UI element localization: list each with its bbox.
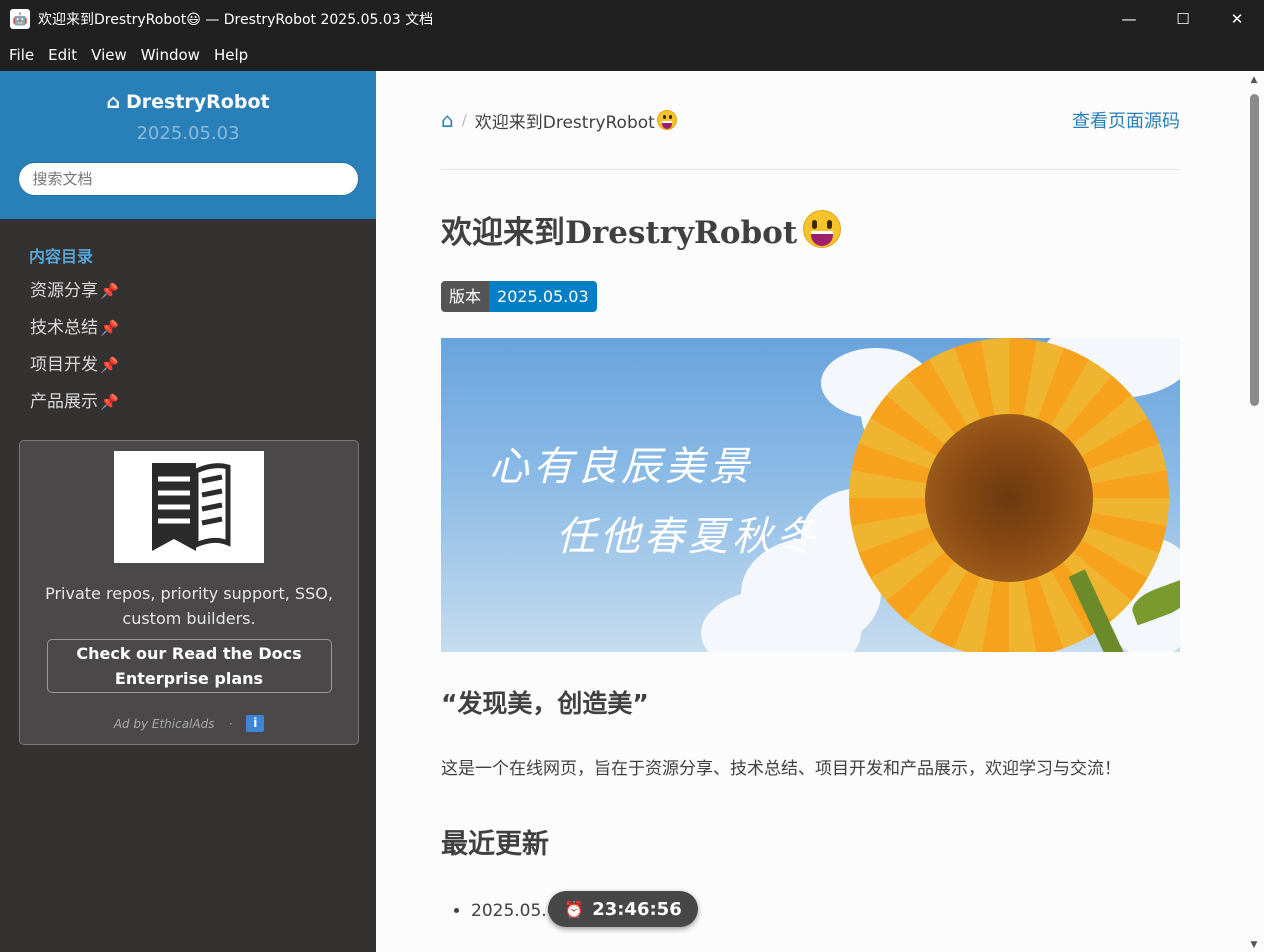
sidebar: ⌂ DrestryRobot 2025.05.03 内容目录 资源分享📌 技术总… bbox=[0, 71, 376, 952]
scrollbar[interactable]: ▲ ▼ bbox=[1245, 71, 1264, 952]
intro-paragraph: 这是一个在线网页，旨在于资源分享、技术总结、项目开发和产品展示，欢迎学习与交流！ bbox=[441, 759, 1121, 779]
toc-item-label: 技术总结 bbox=[30, 318, 98, 338]
ad-footer: Ad by EthicalAds · i bbox=[20, 715, 358, 732]
banner-text-line2: 任他春夏秋冬 bbox=[556, 514, 820, 560]
ad-image[interactable] bbox=[114, 451, 264, 563]
breadcrumb-separator: / bbox=[461, 111, 467, 129]
alarm-clock-icon: ⏰ bbox=[564, 899, 585, 919]
toc-item-products[interactable]: 产品展示 📌 bbox=[0, 384, 376, 421]
toc-item-label: 资源分享 bbox=[30, 281, 98, 301]
clock-widget[interactable]: ⏰ 23:46:56 bbox=[548, 891, 698, 927]
content-inner: ⌂ / 欢迎来到DrestryRobot 查看页面源码 欢迎来到DrestryR… bbox=[441, 71, 1180, 921]
version-badge: 版本 2025.05.03 bbox=[441, 281, 597, 312]
close-icon: ✕ bbox=[1230, 10, 1244, 28]
minimize-button[interactable]: — bbox=[1102, 0, 1156, 38]
ad-attribution-link[interactable]: Ad by EthicalAds bbox=[114, 717, 215, 731]
menu-view[interactable]: View bbox=[84, 46, 134, 64]
window-controls: — ☐ ✕ bbox=[1102, 0, 1264, 38]
pin-icon: 📌 bbox=[100, 393, 119, 411]
app-icon: 🤖 bbox=[10, 9, 30, 29]
book-icon bbox=[152, 463, 231, 551]
search-input[interactable] bbox=[17, 162, 359, 196]
badge-value: 2025.05.03 bbox=[489, 281, 597, 312]
updates-heading: 最近更新 bbox=[441, 829, 549, 860]
pin-icon: 📌 bbox=[100, 356, 119, 374]
maximize-icon: ☐ bbox=[1176, 10, 1190, 28]
grinning-face-icon bbox=[803, 210, 842, 248]
close-button[interactable]: ✕ bbox=[1210, 0, 1264, 38]
home-icon[interactable]: ⌂ bbox=[441, 108, 454, 132]
window-titlebar: 🤖 欢迎来到DrestryRobot😃 — DrestryRobot 2025.… bbox=[0, 0, 1264, 38]
scroll-thumb[interactable] bbox=[1250, 94, 1259, 406]
toc-item-resources[interactable]: 资源分享 📌 bbox=[0, 273, 376, 310]
home-icon: ⌂ bbox=[106, 91, 120, 113]
ad-separator: · bbox=[228, 716, 233, 731]
toc-list: 资源分享 📌 技术总结 📌 项目开发 📌 产品展示 📌 bbox=[0, 273, 376, 421]
brand-version: 2025.05.03 bbox=[136, 123, 240, 144]
quote-heading: “发现美，创造美” bbox=[441, 689, 649, 718]
grinning-face-icon bbox=[656, 110, 677, 130]
page-title: 欢迎来到DrestryRobot bbox=[441, 209, 1180, 251]
toc-item-label: 产品展示 bbox=[30, 392, 98, 412]
toc-item-projects[interactable]: 项目开发 📌 bbox=[0, 347, 376, 384]
toc-item-tech-summary[interactable]: 技术总结 📌 bbox=[0, 310, 376, 347]
clock-time: 23:46:56 bbox=[592, 898, 682, 920]
maximize-button[interactable]: ☐ bbox=[1156, 0, 1210, 38]
badge-label: 版本 bbox=[441, 281, 490, 312]
brand-link[interactable]: ⌂ DrestryRobot bbox=[106, 91, 269, 113]
breadcrumb-current: 欢迎来到DrestryRobot bbox=[474, 112, 655, 133]
ad-text: Private repos, priority support, SSO, cu… bbox=[45, 584, 333, 628]
ad-box: Private repos, priority support, SSO, cu… bbox=[19, 440, 359, 745]
main-content: ⌂ / 欢迎来到DrestryRobot 查看页面源码 欢迎来到DrestryR… bbox=[376, 71, 1245, 952]
pin-icon: 📌 bbox=[100, 319, 119, 337]
banner-image: 心有良辰美景 任他春夏秋冬 bbox=[441, 338, 1180, 652]
menu-help[interactable]: Help bbox=[207, 46, 255, 64]
toc-item-label: 项目开发 bbox=[30, 355, 98, 375]
scroll-down-icon[interactable]: ▼ bbox=[1249, 940, 1259, 950]
info-icon[interactable]: i bbox=[246, 715, 265, 732]
banner-text-line1: 心有良辰美景 bbox=[489, 444, 753, 490]
window-title: 欢迎来到DrestryRobot😃 — DrestryRobot 2025.05… bbox=[38, 12, 434, 28]
menu-file[interactable]: File bbox=[2, 46, 41, 64]
menu-edit[interactable]: Edit bbox=[41, 46, 84, 64]
scroll-up-icon[interactable]: ▲ bbox=[1249, 75, 1259, 85]
toc-caption: 内容目录 bbox=[29, 247, 94, 266]
breadcrumb: ⌂ / 欢迎来到DrestryRobot 查看页面源码 bbox=[441, 71, 1180, 170]
menu-bar: File Edit View Window Help bbox=[0, 38, 1264, 71]
menu-window[interactable]: Window bbox=[134, 46, 207, 64]
minimize-icon: — bbox=[1121, 10, 1137, 28]
brand-name: DrestryRobot bbox=[126, 91, 270, 113]
pin-icon: 📌 bbox=[100, 282, 119, 300]
sidebar-header: ⌂ DrestryRobot 2025.05.03 bbox=[0, 71, 376, 219]
page-title-text: 欢迎来到DrestryRobot bbox=[441, 214, 798, 251]
view-source-link[interactable]: 查看页面源码 bbox=[1072, 107, 1180, 133]
ad-cta-button[interactable]: Check our Read the Docs Enterprise plans bbox=[46, 639, 332, 693]
